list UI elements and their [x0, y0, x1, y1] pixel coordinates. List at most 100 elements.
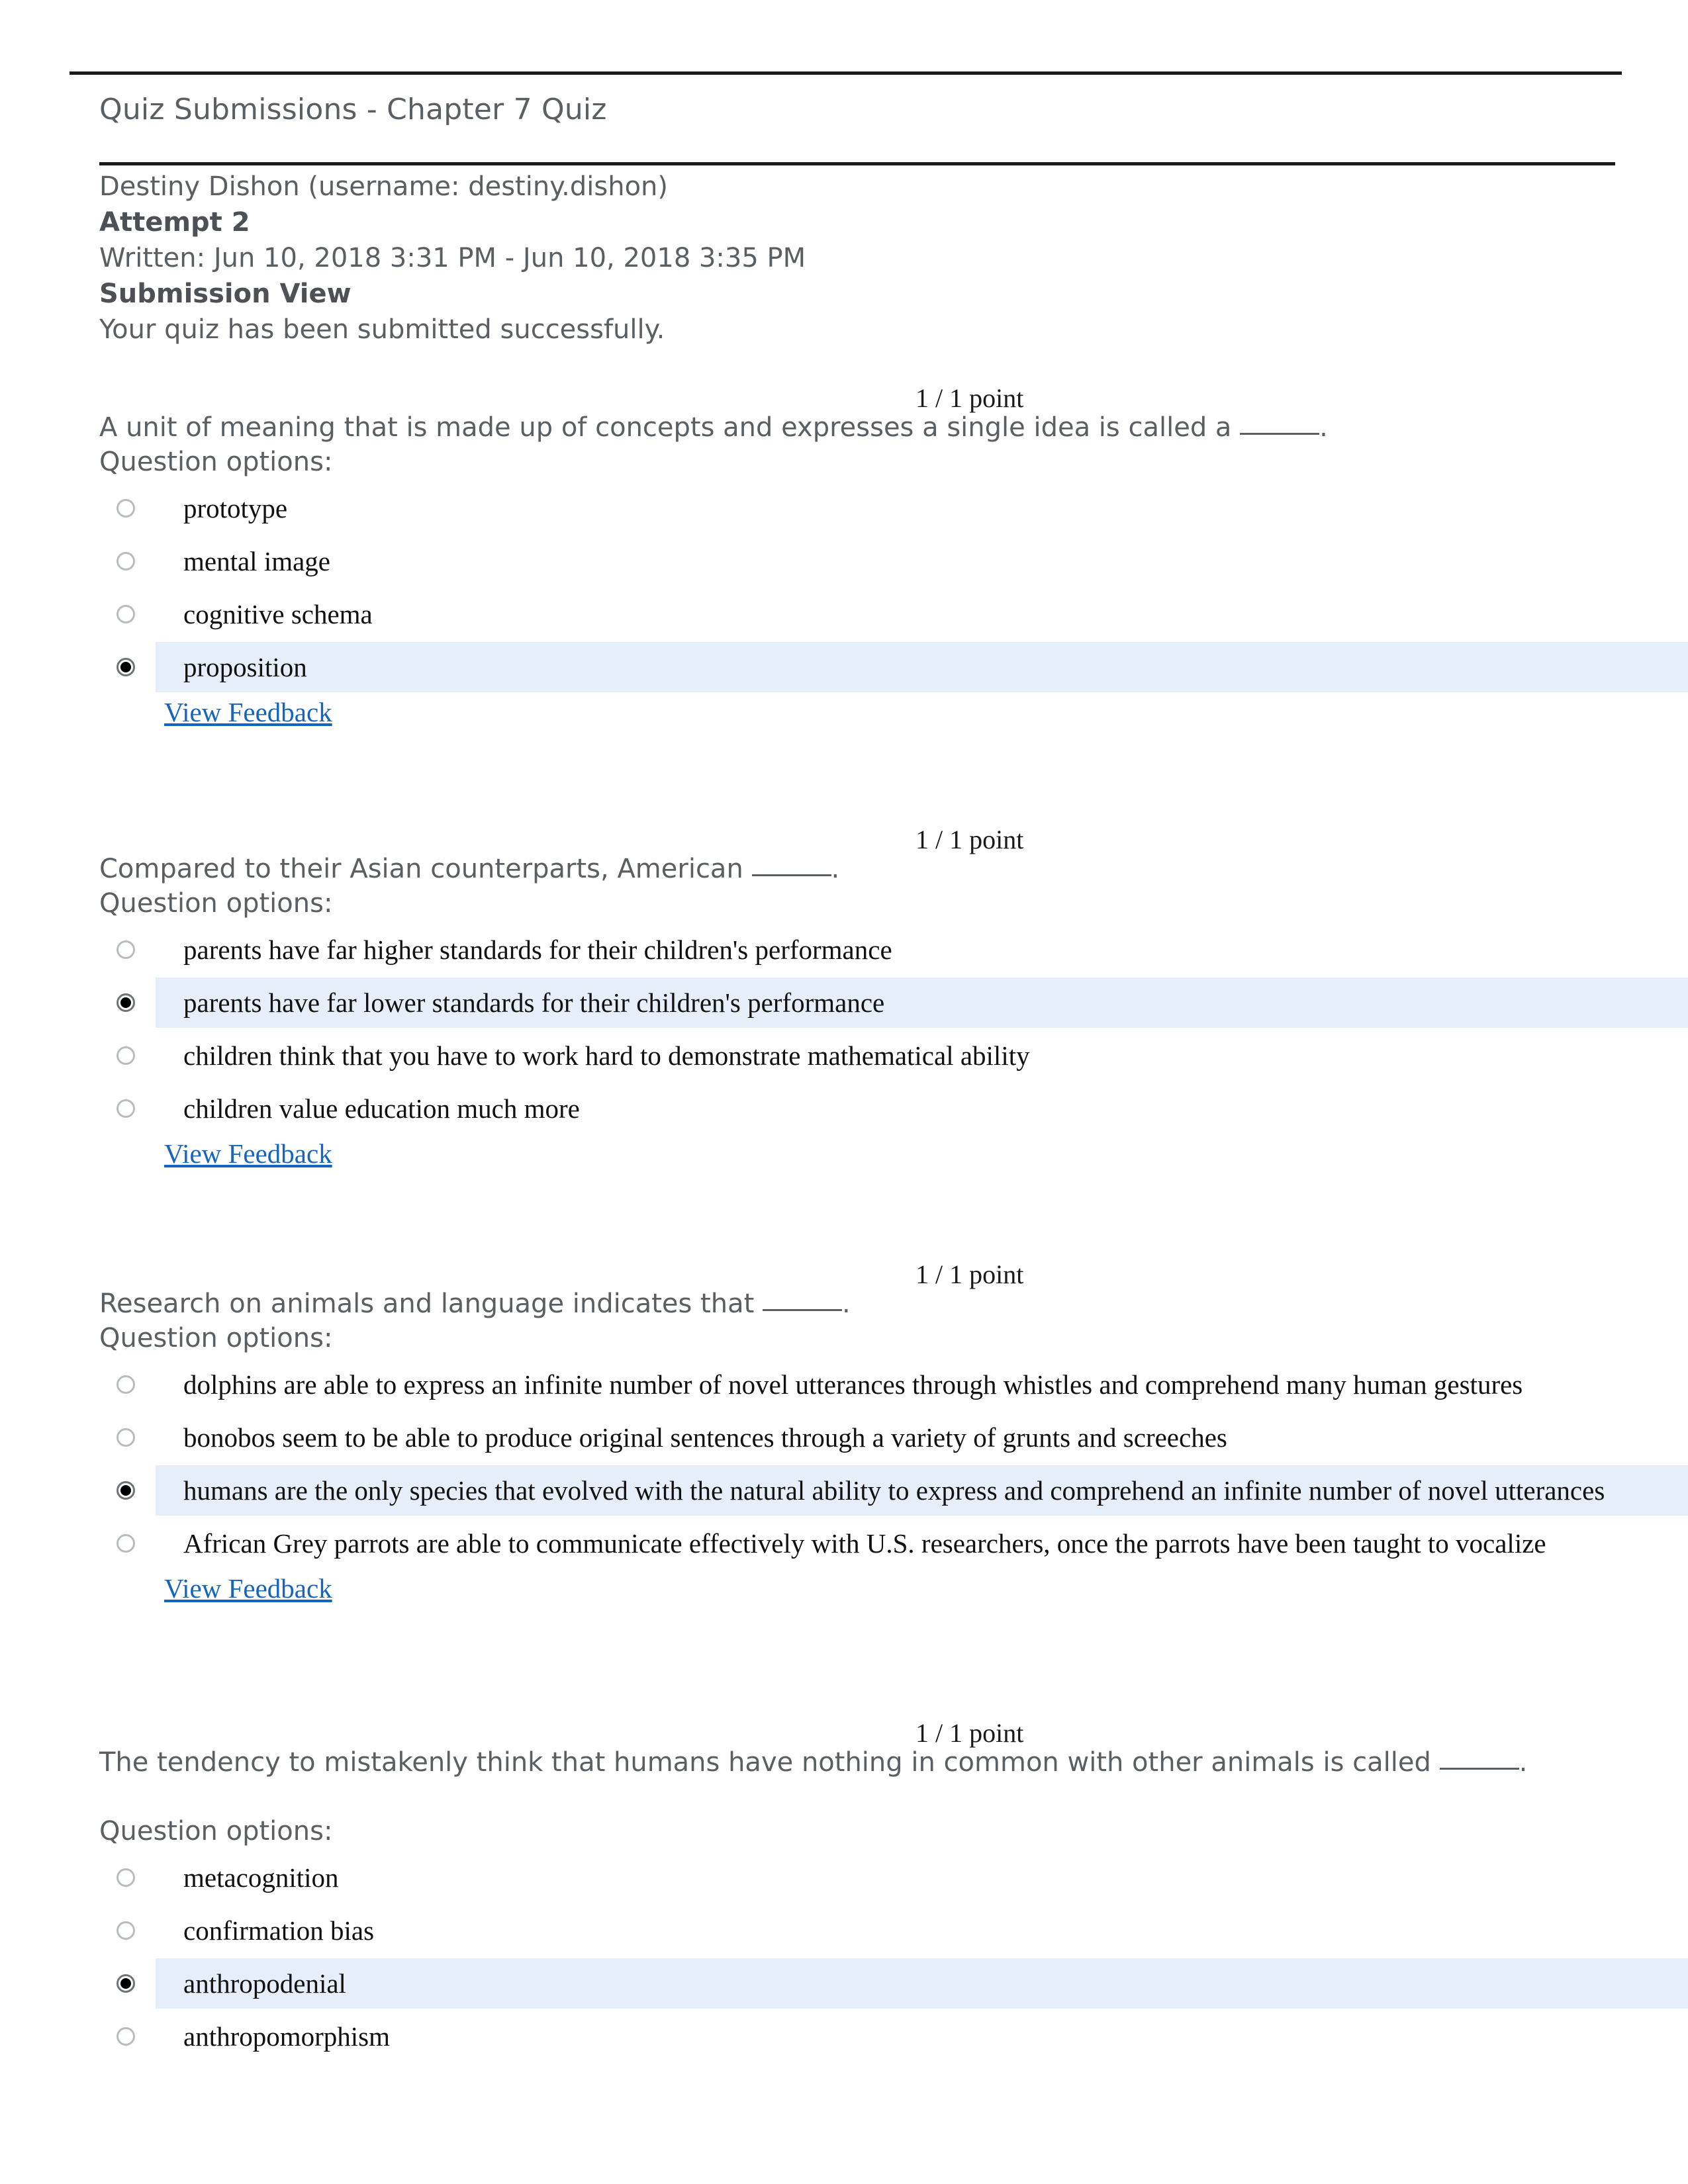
radio-unselected-icon[interactable] — [117, 605, 135, 623]
question-text-before-blank: A unit of meaning that is made up of con… — [99, 412, 1241, 443]
radio-cell[interactable] — [96, 536, 156, 586]
status-message: Your quiz has been submitted successfull… — [99, 314, 665, 345]
quiz-submission-page: Quiz Submissions - Chapter 7 Quiz Destin… — [0, 0, 1688, 2184]
fill-in-blank — [751, 874, 831, 876]
view-feedback-link[interactable]: View Feedback — [164, 1572, 332, 1604]
submission-view-heading: Submission View — [99, 279, 352, 309]
radio-cell[interactable] — [96, 1518, 156, 1569]
radio-selected-icon[interactable] — [117, 1974, 135, 1993]
option-label: mental image — [183, 546, 330, 576]
question-points: 1 / 1 point — [915, 1718, 1024, 1748]
question-text-before-blank: Research on animals and language indicat… — [99, 1289, 763, 1319]
radio-cell[interactable] — [96, 1465, 156, 1516]
radio-cell[interactable] — [96, 978, 156, 1028]
question-text-after-blank: . — [1519, 1747, 1528, 1778]
radio-unselected-icon[interactable] — [117, 940, 135, 959]
question-points: 1 / 1 point — [915, 1259, 1024, 1289]
option-row[interactable]: bonobos seem to be able to produce origi… — [96, 1412, 1688, 1463]
option-row[interactable]: parents have far higher standards for th… — [96, 925, 1688, 975]
radio-cell[interactable] — [96, 589, 156, 639]
radio-unselected-icon[interactable] — [117, 2027, 135, 2046]
radio-unselected-icon[interactable] — [117, 1099, 135, 1118]
radio-selected-icon[interactable] — [117, 658, 135, 676]
option-label: bonobos seem to be able to produce origi… — [183, 1422, 1227, 1453]
radio-cell[interactable] — [96, 483, 156, 533]
radio-unselected-icon[interactable] — [117, 1534, 135, 1553]
option-label: parents have far higher standards for th… — [183, 934, 892, 965]
question-options-label: Question options: — [99, 888, 333, 919]
header-divider — [99, 162, 1615, 165]
question-text: Research on animals and language indicat… — [99, 1287, 1622, 1321]
question-text: A unit of meaning that is made up of con… — [99, 410, 1622, 445]
radio-cell[interactable] — [96, 1083, 156, 1134]
option-row[interactable]: confirmation bias — [96, 1905, 1688, 1956]
option-label: metacognition — [183, 1862, 339, 1893]
option-label: prototype — [183, 493, 288, 523]
question-text-before-blank: Compared to their Asian counterparts, Am… — [99, 854, 752, 884]
option-label: anthropodenial — [183, 1968, 346, 1999]
submission-meta: Destiny Dishon (username: destiny.dishon… — [99, 169, 1622, 347]
question-text: The tendency to mistakenly think that hu… — [99, 1745, 1622, 1780]
option-label: anthropomorphism — [183, 2021, 391, 2052]
question-points: 1 / 1 point — [915, 825, 1024, 854]
question-options-label: Question options: — [99, 447, 333, 477]
radio-cell[interactable] — [96, 1359, 156, 1410]
question-text-before-blank: The tendency to mistakenly think that hu… — [99, 1747, 1440, 1778]
option-label: humans are the only species that evolved… — [183, 1475, 1605, 1506]
option-label: confirmation bias — [183, 1915, 375, 1946]
radio-cell[interactable] — [96, 642, 156, 692]
option-label: proposition — [183, 652, 307, 682]
radio-unselected-icon[interactable] — [117, 1428, 135, 1447]
option-row[interactable]: cognitive schema — [96, 589, 1688, 639]
view-feedback-link[interactable]: View Feedback — [164, 1138, 332, 1169]
option-row[interactable]: children value education much more — [96, 1083, 1688, 1134]
option-label: children value education much more — [183, 1093, 580, 1124]
radio-cell[interactable] — [96, 925, 156, 975]
option-row[interactable]: humans are the only species that evolved… — [96, 1465, 1688, 1516]
option-row[interactable]: children think that you have to work har… — [96, 1030, 1688, 1081]
radio-cell[interactable] — [96, 2011, 156, 2062]
option-label: cognitive schema — [183, 599, 373, 629]
radio-unselected-icon[interactable] — [117, 552, 135, 570]
radio-unselected-icon[interactable] — [117, 499, 135, 518]
radio-cell[interactable] — [96, 1852, 156, 1903]
radio-selected-icon[interactable] — [117, 993, 135, 1012]
fill-in-blank — [1439, 1768, 1519, 1770]
radio-cell[interactable] — [96, 1030, 156, 1081]
option-row[interactable]: metacognition — [96, 1852, 1688, 1903]
option-row[interactable]: African Grey parrots are able to communi… — [96, 1518, 1688, 1569]
top-divider — [70, 71, 1622, 75]
question-options-label: Question options: — [99, 1816, 333, 1846]
question-options-label: Question options: — [99, 1323, 333, 1353]
radio-unselected-icon[interactable] — [117, 1375, 135, 1394]
radio-unselected-icon[interactable] — [117, 1921, 135, 1940]
view-feedback-link[interactable]: View Feedback — [164, 696, 332, 728]
option-row[interactable]: parents have far lower standards for the… — [96, 978, 1688, 1028]
question-text-after-blank: . — [831, 854, 840, 884]
option-label: dolphins are able to express an infinite… — [183, 1369, 1523, 1400]
radio-cell[interactable] — [96, 1958, 156, 2009]
option-label: African Grey parrots are able to communi… — [183, 1528, 1546, 1559]
attempt-number: Attempt 2 — [99, 207, 250, 238]
written-timestamp: Written: Jun 10, 2018 3:31 PM - Jun 10, … — [99, 243, 806, 273]
option-row[interactable]: proposition — [96, 642, 1688, 692]
option-row[interactable]: prototype — [96, 483, 1688, 533]
question-text-after-blank: . — [842, 1289, 851, 1319]
option-row[interactable]: anthropodenial — [96, 1958, 1688, 2009]
option-row[interactable]: mental image — [96, 536, 1688, 586]
option-label: parents have far lower standards for the… — [183, 987, 885, 1018]
radio-unselected-icon[interactable] — [117, 1046, 135, 1065]
radio-cell[interactable] — [96, 1905, 156, 1956]
fill-in-blank — [763, 1309, 843, 1311]
radio-unselected-icon[interactable] — [117, 1868, 135, 1887]
question-text: Compared to their Asian counterparts, Am… — [99, 852, 1622, 886]
question-points: 1 / 1 point — [915, 383, 1024, 413]
radio-cell[interactable] — [96, 1412, 156, 1463]
fill-in-blank — [1240, 433, 1320, 435]
option-row[interactable]: dolphins are able to express an infinite… — [96, 1359, 1688, 1410]
option-row[interactable]: anthropomorphism — [96, 2011, 1688, 2062]
page-title: Quiz Submissions - Chapter 7 Quiz — [99, 93, 607, 126]
option-label: children think that you have to work har… — [183, 1040, 1030, 1071]
student-name: Destiny Dishon (username: destiny.dishon… — [99, 171, 669, 202]
radio-selected-icon[interactable] — [117, 1481, 135, 1500]
